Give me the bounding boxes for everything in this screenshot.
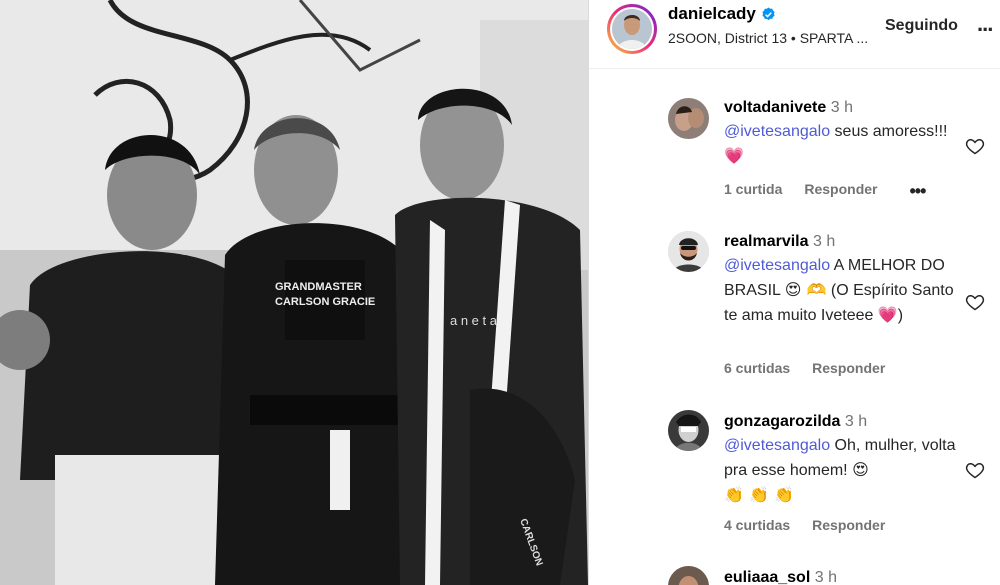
author-avatar[interactable]	[607, 4, 657, 54]
comment-content: seus amoress!!!	[830, 123, 948, 140]
pink-heart-emoji: 💗	[724, 146, 744, 165]
reply-button[interactable]: Responder	[812, 360, 885, 376]
comment-meta: 6 curtidas Responder	[724, 360, 885, 376]
comment-username[interactable]: gonzagarozilda	[724, 413, 840, 430]
comment-meta: 1 curtida Responder •••	[724, 181, 926, 202]
photo-scene: GRANDMASTER CARLSON GRACIE a n e t a CAR…	[0, 0, 588, 585]
comment-mention[interactable]: @ivetesangalo	[724, 257, 830, 274]
shirt-text-1: GRANDMASTER	[275, 281, 362, 293]
shirt-text-3: a n e t a	[450, 313, 498, 328]
comment-mention[interactable]: @ivetesangalo	[724, 123, 830, 140]
comment-username[interactable]: euliaaa_sol	[724, 569, 810, 585]
comment-time: 3 h	[814, 569, 837, 585]
comment-mention[interactable]: @ivetesangalo	[724, 437, 830, 454]
pink-heart-emoji: 💗	[877, 305, 898, 324]
author-username[interactable]: danielcady	[668, 4, 756, 24]
comments-panel: danielcady 2SOON, District 13 • SPARTA .…	[589, 0, 1000, 585]
following-button[interactable]: Seguindo	[885, 17, 958, 35]
more-options-icon[interactable]: ...	[977, 11, 993, 37]
reply-button[interactable]: Responder	[804, 181, 877, 202]
verified-badge-icon	[762, 6, 775, 20]
comment-avatar[interactable]	[668, 566, 709, 585]
comment-text: realmarvila 3 h @ivetesangalo A MELHOR D…	[724, 230, 959, 328]
post-photo[interactable]: GRANDMASTER CARLSON GRACIE a n e t a CAR…	[0, 0, 588, 585]
comment-likes[interactable]: 1 curtida	[724, 181, 782, 202]
post-header: danielcady 2SOON, District 13 • SPARTA .…	[589, 0, 1000, 69]
shirt-text-2: CARLSON GRACIE	[275, 296, 375, 308]
comment-likes[interactable]: 6 curtidas	[724, 360, 790, 376]
comment-avatar[interactable]	[668, 98, 709, 139]
comment-avatar[interactable]	[668, 410, 709, 451]
like-heart-icon[interactable]	[965, 460, 985, 480]
comment-more-icon[interactable]: •••	[909, 181, 926, 202]
comment-avatar[interactable]	[668, 231, 709, 272]
post-location[interactable]: 2SOON, District 13 • SPARTA ...	[668, 30, 888, 46]
comment-time: 3 h	[830, 99, 853, 116]
comment-time: 3 h	[844, 413, 868, 430]
comment-text: euliaaa_sol 3 h	[724, 566, 959, 585]
comment-time: 3 h	[812, 233, 836, 250]
comment-text: voltadanivete 3 h @ivetesangalo seus amo…	[724, 96, 959, 169]
heart-eyes-emoji: 😍	[852, 460, 869, 479]
comment-content-3: )	[897, 307, 904, 324]
clapping-hands-emoji: 👏 👏 👏	[724, 485, 794, 504]
comment-likes[interactable]: 4 curtidas	[724, 517, 790, 533]
comment-meta: 4 curtidas Responder	[724, 517, 885, 533]
comment-text: gonzagarozilda 3 h @ivetesangalo Oh, mul…	[724, 410, 959, 508]
author-username-row: danielcady	[668, 4, 776, 24]
like-heart-icon[interactable]	[965, 136, 985, 156]
comment-username[interactable]: realmarvila	[724, 233, 809, 250]
like-heart-icon[interactable]	[965, 292, 985, 312]
reply-button[interactable]: Responder	[812, 517, 885, 533]
comment-username[interactable]: voltadanivete	[724, 99, 826, 116]
heart-eyes-emoji: 😍 🫶	[784, 280, 827, 299]
